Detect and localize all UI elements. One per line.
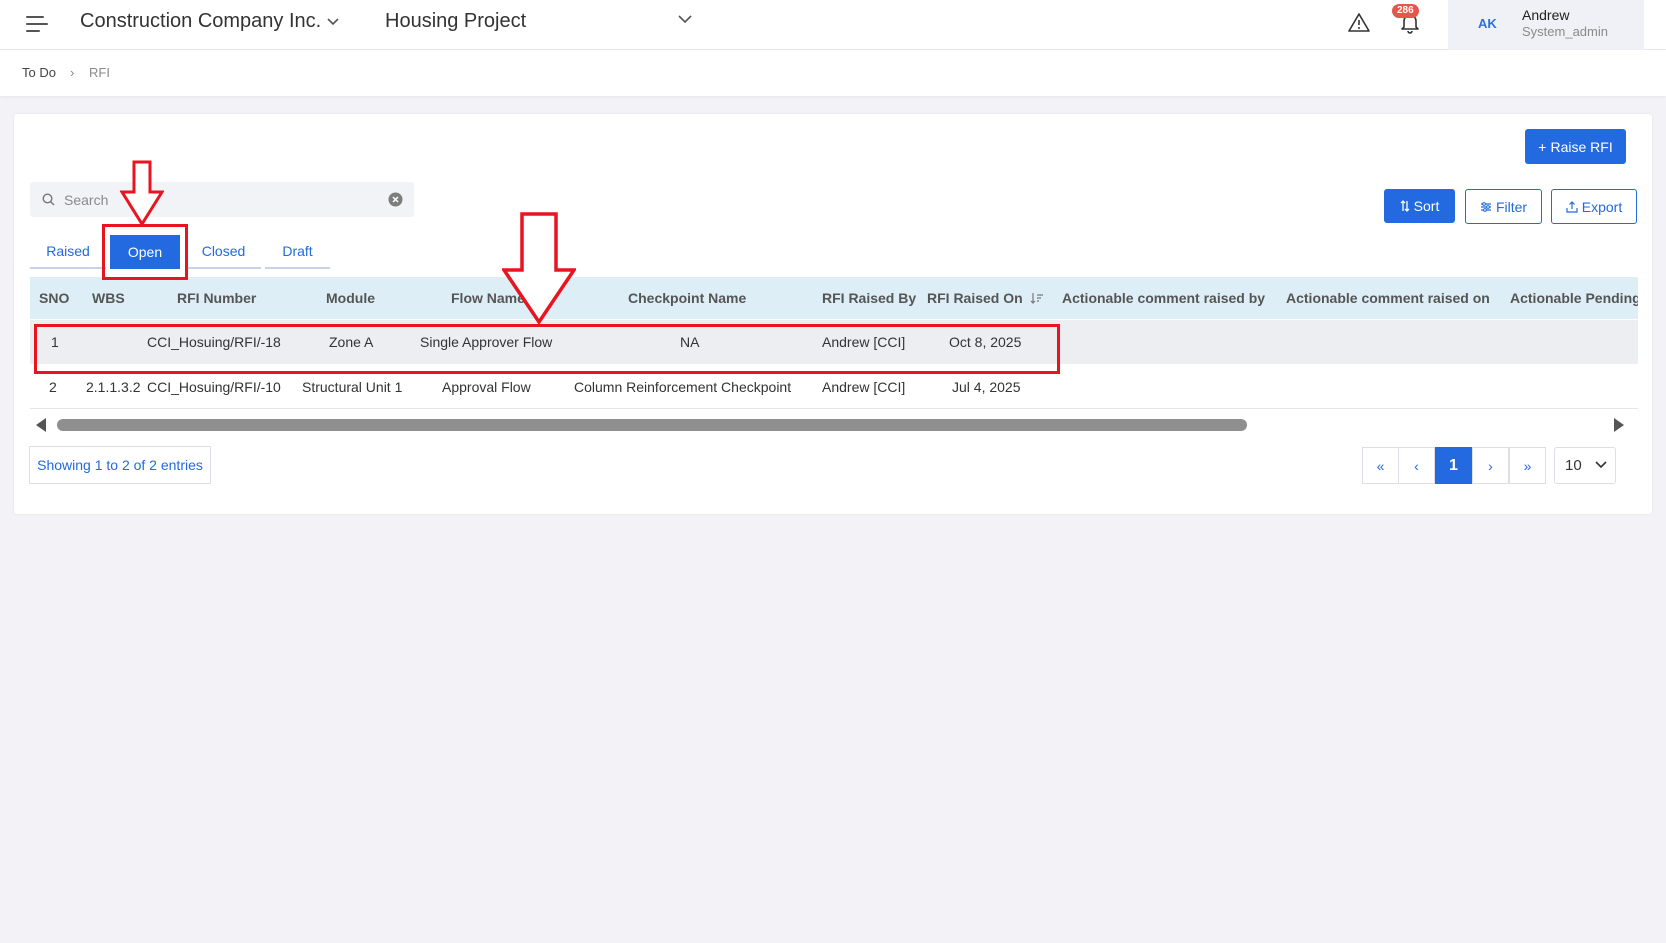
search-box — [30, 182, 414, 217]
scroll-right-icon[interactable] — [1614, 418, 1624, 432]
page-size-select[interactable]: 10 — [1554, 447, 1616, 484]
breadcrumb-todo[interactable]: To Do — [22, 65, 56, 80]
plus-icon: + — [1538, 138, 1547, 155]
cell-wbs: 2.1.1.3.2 — [86, 379, 141, 395]
sort-label: Sort — [1413, 198, 1440, 214]
page-1-button[interactable]: 1 — [1435, 447, 1472, 484]
cell-rfi-number: CCI_Hosuing/RFI/-10 — [147, 379, 281, 395]
column-header[interactable]: Actionable Pending — [1510, 290, 1638, 306]
table-header: SNO WBS RFI Number Module Flow Name Chec… — [30, 277, 1638, 319]
page-size-value: 10 — [1565, 457, 1582, 474]
scroll-left-icon[interactable] — [36, 418, 46, 432]
avatar: AK — [1478, 16, 1497, 31]
column-header[interactable]: Actionable comment raised on — [1286, 290, 1490, 306]
chevron-down-icon[interactable] — [678, 15, 692, 24]
user-role: System_admin — [1522, 24, 1608, 39]
cell-flow-name: Approval Flow — [442, 379, 531, 395]
column-header[interactable]: Checkpoint Name — [628, 290, 746, 306]
sort-button[interactable]: Sort — [1384, 189, 1455, 223]
column-header[interactable]: RFI Raised By — [822, 290, 916, 306]
prev-page-button[interactable]: ‹ — [1398, 447, 1435, 484]
user-menu[interactable]: AK Andrew System_admin — [1448, 0, 1644, 50]
rfi-table: SNO WBS RFI Number Module Flow Name Chec… — [30, 277, 1638, 429]
export-icon — [1566, 200, 1578, 213]
company-selector[interactable]: Construction Company Inc. — [80, 10, 339, 33]
cell-raised-by: Andrew [CCI] — [822, 334, 906, 350]
cell-raised-on: Oct 8, 2025 — [949, 334, 1022, 350]
filter-label: Filter — [1495, 198, 1528, 215]
horizontal-scrollbar[interactable] — [30, 413, 1638, 435]
search-input[interactable] — [64, 182, 374, 217]
company-name: Construction Company Inc. — [80, 10, 322, 32]
cell-rfi-number: CCI_Hosuing/RFI/-18 — [147, 334, 281, 350]
tab-raised[interactable]: Raised — [30, 235, 106, 269]
cell-sno: 2 — [49, 379, 57, 395]
warning-icon[interactable] — [1348, 12, 1370, 32]
notification-badge: 286 — [1392, 4, 1419, 18]
raise-rfi-button[interactable]: + Raise RFI — [1525, 129, 1626, 164]
clear-icon[interactable] — [388, 192, 403, 207]
cell-sno: 1 — [51, 334, 59, 350]
column-header[interactable]: RFI Raised On — [927, 290, 1023, 306]
breadcrumb: To Do › RFI — [0, 50, 1666, 96]
cell-raised-by: Andrew [CCI] — [822, 379, 906, 395]
export-label: Export — [1581, 198, 1623, 215]
chevron-down-icon — [1595, 461, 1607, 469]
column-header[interactable]: Actionable comment raised by — [1062, 290, 1265, 306]
project-name[interactable]: Housing Project — [385, 10, 526, 33]
column-header[interactable]: WBS — [92, 290, 125, 306]
next-page-button[interactable]: › — [1472, 447, 1509, 484]
tab-draft[interactable]: Draft — [265, 235, 330, 269]
cell-flow-name: Single Approver Flow — [420, 334, 553, 350]
cell-module: Zone A — [329, 334, 374, 350]
column-header[interactable]: Flow Name — [451, 290, 525, 306]
export-button[interactable]: Export — [1551, 189, 1637, 224]
tab-closed[interactable]: Closed — [186, 235, 261, 269]
breadcrumb-separator: › — [70, 65, 75, 80]
search-icon — [42, 193, 55, 206]
user-name: Andrew — [1522, 7, 1570, 23]
filter-button[interactable]: Filter — [1465, 189, 1542, 224]
top-bar: Construction Company Inc. Housing Projec… — [0, 0, 1666, 50]
cell-raised-on: Jul 4, 2025 — [952, 379, 1021, 395]
sort-icon — [1400, 200, 1410, 212]
last-page-button[interactable]: » — [1509, 447, 1546, 484]
cell-checkpoint: NA — [680, 334, 700, 350]
column-header[interactable]: SNO — [39, 290, 69, 306]
table-row[interactable]: 2 2.1.1.3.2 CCI_Hosuing/RFI/-10 Structur… — [30, 365, 1638, 409]
chevron-down-icon — [327, 17, 339, 25]
column-header[interactable]: Module — [326, 290, 375, 306]
menu-icon[interactable] — [26, 16, 48, 32]
scrollbar-thumb[interactable] — [57, 419, 1247, 431]
entries-info: Showing 1 to 2 of 2 entries — [29, 446, 211, 484]
sliders-icon — [1480, 201, 1491, 212]
table-row[interactable]: 1 CCI_Hosuing/RFI/-18 Zone A Single Appr… — [30, 320, 1638, 364]
breadcrumb-rfi: RFI — [89, 65, 110, 80]
cell-module: Structural Unit 1 — [302, 379, 403, 395]
column-header[interactable]: RFI Number — [177, 290, 256, 306]
cell-checkpoint: Column Reinforcement Checkpoint — [574, 379, 792, 395]
raise-rfi-label: Raise RFI — [1550, 138, 1613, 155]
first-page-button[interactable]: « — [1362, 447, 1399, 484]
sort-desc-icon[interactable] — [1030, 292, 1043, 304]
tab-open[interactable]: Open — [110, 235, 180, 269]
